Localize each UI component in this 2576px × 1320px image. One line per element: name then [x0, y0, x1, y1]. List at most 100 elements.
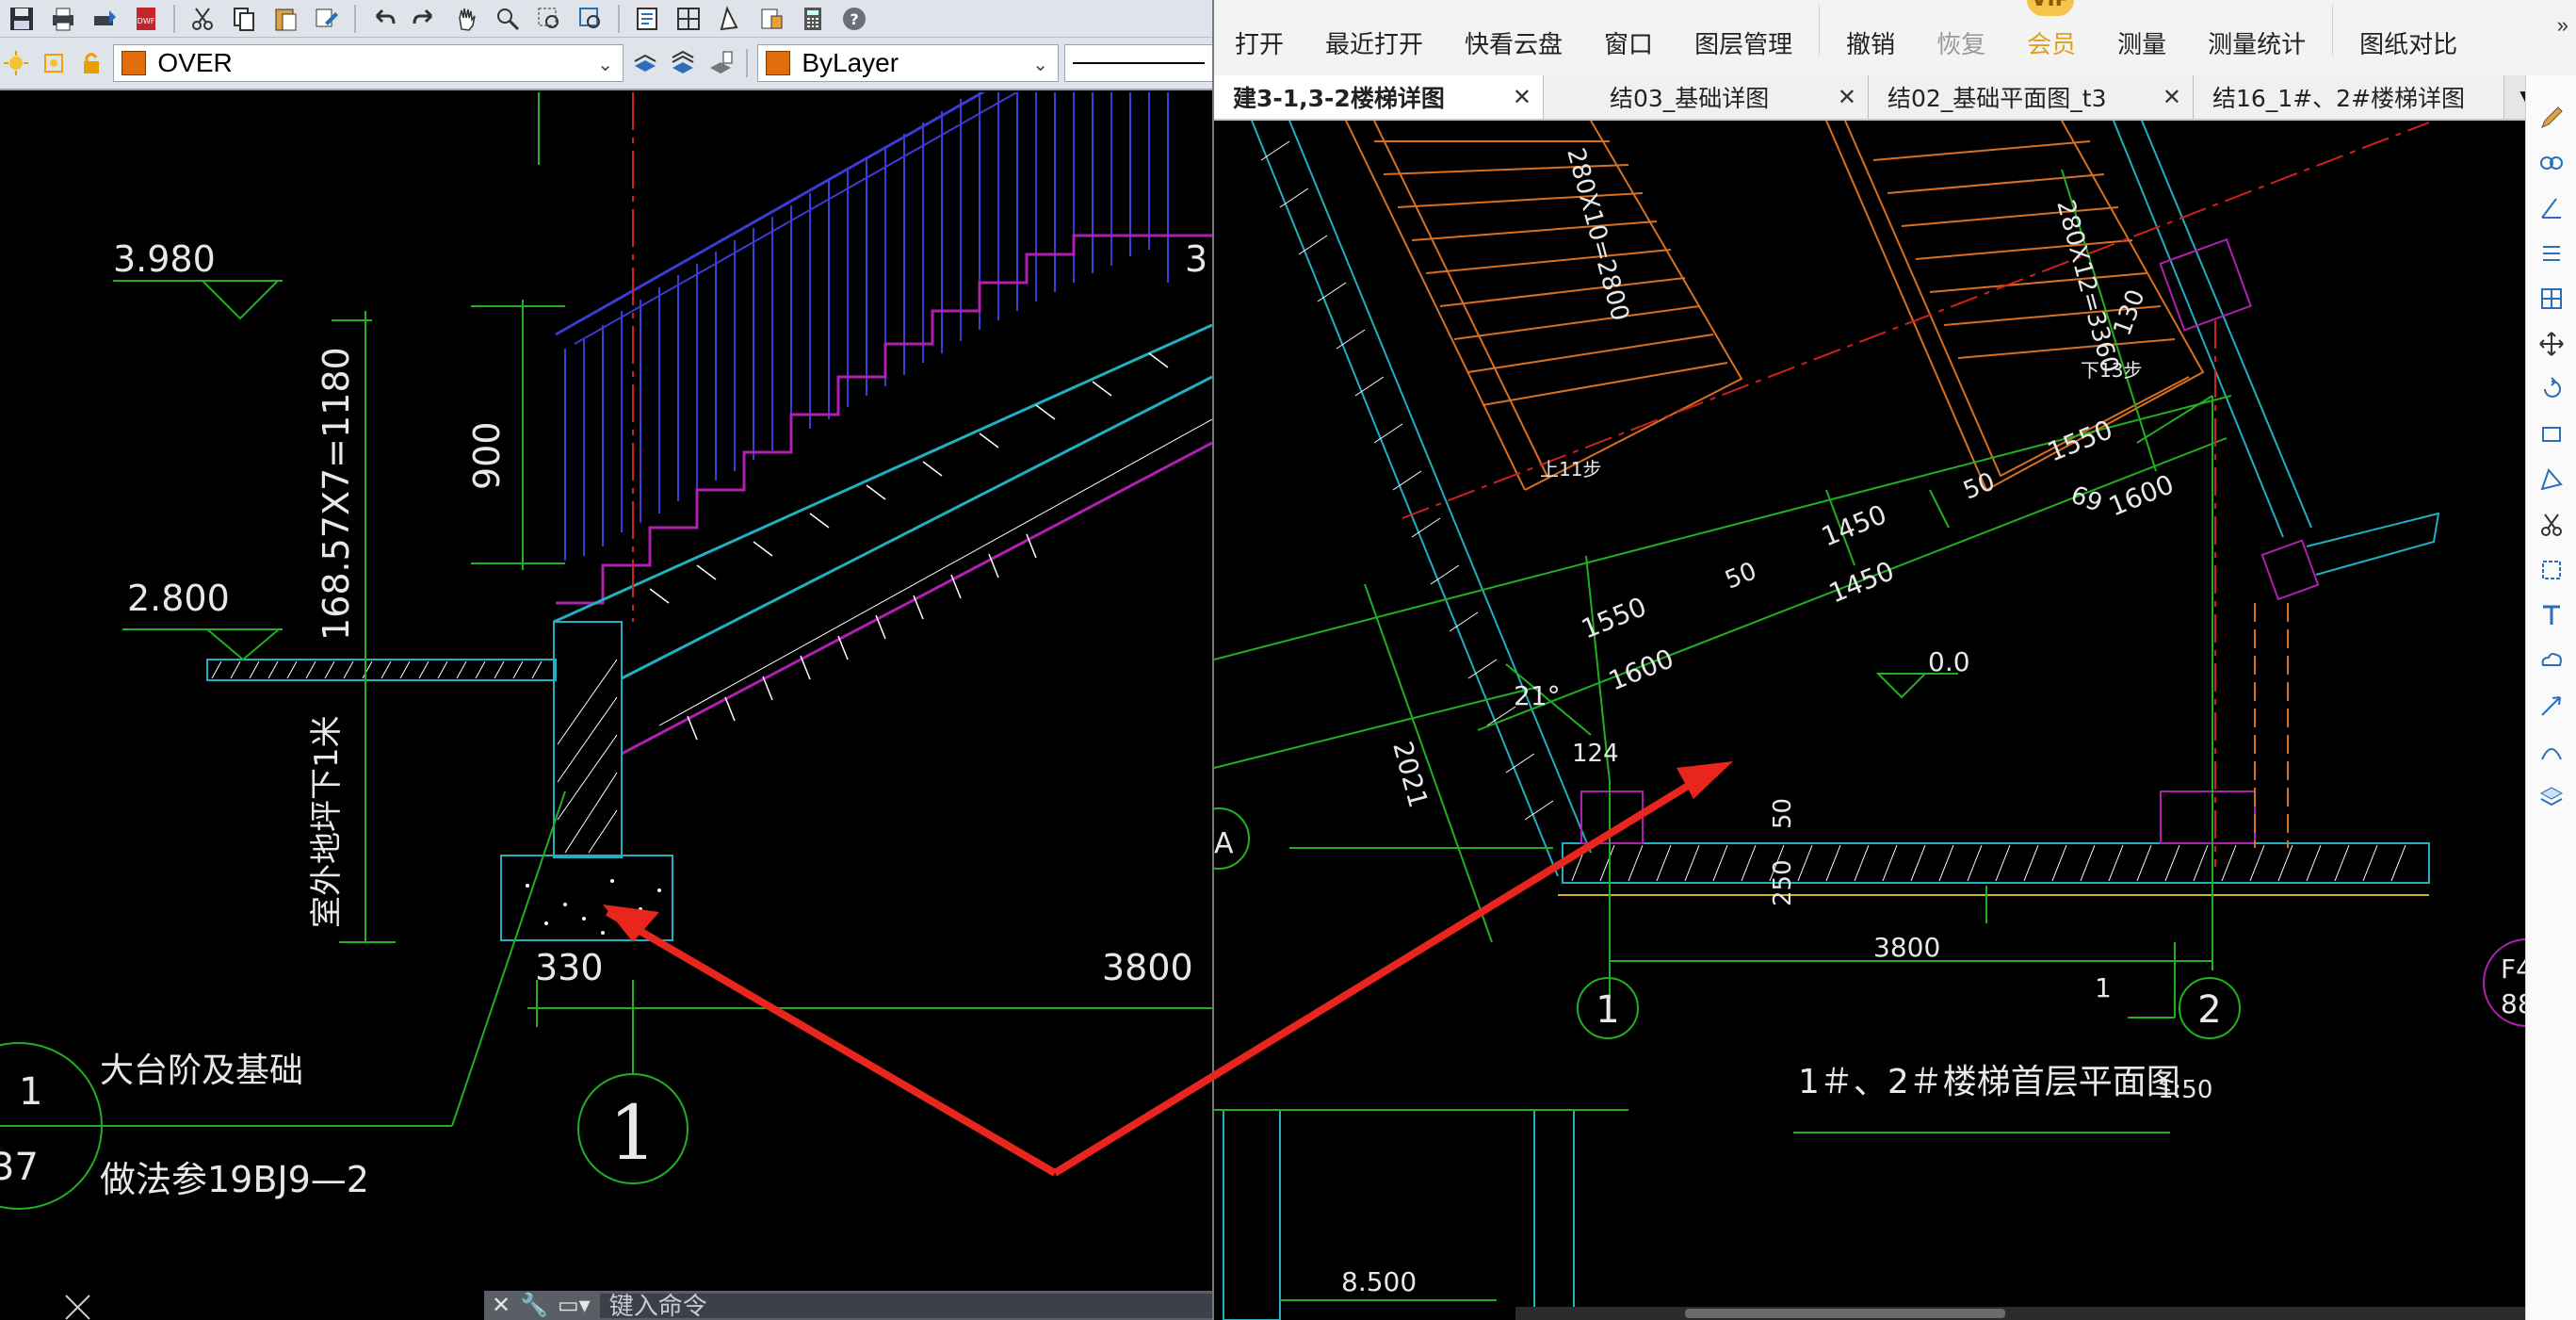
arc-icon[interactable]	[2537, 737, 2566, 765]
rotate-icon[interactable]	[2537, 375, 2566, 403]
measure-button[interactable]: 测量	[2097, 25, 2187, 60]
detail-title: 大台阶及基础	[100, 1051, 303, 1090]
layer-name: OVER	[157, 48, 233, 77]
measure-stats-button[interactable]: 测量统计	[2187, 25, 2326, 60]
wrench-icon[interactable]: 🔧	[520, 1292, 548, 1319]
grid-icon[interactable]	[2537, 285, 2566, 313]
tab-foundation-detail[interactable]: 结03_基础详图 ✕	[1544, 75, 1869, 119]
cad-drawing-canvas[interactable]: 3.980 2.800 168.57X7=1180 900 室外地坪下1米 33…	[0, 92, 1212, 1320]
calculator-icon[interactable]	[795, 3, 831, 35]
angle-measure-icon[interactable]	[2537, 194, 2566, 222]
tab-stair-detail[interactable]: 建3-1,3-2楼梯详图 ✕	[1214, 75, 1544, 119]
dimension-label: 124	[1572, 740, 1619, 768]
close-icon[interactable]: ✕	[2163, 84, 2181, 110]
match-properties-icon[interactable]	[309, 3, 345, 35]
elevation-label: 3.980	[113, 238, 216, 280]
viewer-window: 打开 最近打开 快看云盘 窗口 图层管理 撤销 恢复 VIP 会员 测量 测量统…	[1212, 0, 2576, 1320]
layers-icon[interactable]	[2537, 782, 2566, 810]
more-button[interactable]: »	[2557, 13, 2568, 38]
vip-button[interactable]: VIP 会员	[2006, 0, 2097, 60]
window-button[interactable]: 窗口	[1583, 25, 1674, 60]
axis-label: A	[1214, 827, 1234, 860]
link-icon[interactable]	[2537, 149, 2566, 177]
layer-previous-icon[interactable]	[629, 46, 661, 80]
layer-on-icon[interactable]	[0, 46, 32, 80]
plot-icon[interactable]	[87, 3, 122, 35]
rectangle-icon[interactable]	[2537, 420, 2566, 448]
dimension-label: 1600	[2104, 468, 2178, 522]
dimension-label: 250	[1769, 859, 1797, 906]
design-center-icon[interactable]	[671, 3, 706, 35]
move-icon[interactable]	[2537, 330, 2566, 358]
zoom-window-icon[interactable]	[531, 3, 567, 35]
layer-dropdown[interactable]: OVER ⌄	[113, 44, 624, 82]
chevron-down-icon: ⌄	[597, 55, 614, 75]
layer-manager-icon[interactable]	[705, 46, 737, 80]
cloud-markup-icon[interactable]	[2537, 646, 2566, 675]
color-dropdown[interactable]: ByLayer ⌄	[757, 44, 1059, 82]
tool-palettes-icon[interactable]	[712, 3, 748, 35]
dwf-icon[interactable]: DWF	[128, 3, 164, 35]
redo-button[interactable]: 恢复	[1916, 25, 2006, 60]
scrollbar-thumb[interactable]	[1685, 1309, 2005, 1318]
drawing-scale: 1:50	[2158, 1076, 2212, 1104]
zoom-previous-icon[interactable]	[573, 3, 608, 35]
layer-lock-icon[interactable]	[75, 46, 107, 80]
layer-freeze-icon[interactable]	[38, 46, 70, 80]
level-label: 0.0	[1928, 646, 1970, 677]
chevron-down-icon: ⌄	[1032, 55, 1048, 75]
svg-text:DWF: DWF	[138, 17, 155, 25]
grid-axis-label: 1	[609, 1089, 657, 1177]
open-button[interactable]: 打开	[1214, 25, 1304, 60]
close-icon[interactable]: ✕	[1838, 84, 1856, 110]
layer-state-icon[interactable]	[667, 46, 699, 80]
save-icon[interactable]	[4, 3, 40, 35]
text-icon[interactable]	[2537, 601, 2566, 629]
arrow-markup-icon[interactable]	[2537, 692, 2566, 720]
compare-button[interactable]: 图纸对比	[2339, 25, 2478, 60]
area-measure-icon[interactable]	[2537, 465, 2566, 494]
zoom-realtime-icon[interactable]	[490, 3, 526, 35]
toolbar-separator	[1819, 5, 1821, 56]
pencil-icon[interactable]	[2537, 104, 2566, 132]
linetype-dropdown[interactable]	[1063, 44, 1212, 82]
vip-icon: VIP	[2027, 0, 2075, 16]
redo-icon[interactable]	[407, 3, 443, 35]
horizontal-scrollbar[interactable]	[1515, 1307, 2527, 1320]
scissors-icon[interactable]	[2537, 511, 2566, 539]
dimension-label: 130	[2108, 285, 2150, 339]
partial-label: 3	[1185, 238, 1207, 280]
dimension-label: 2021	[1386, 738, 1434, 810]
cut-icon[interactable]	[185, 3, 220, 35]
close-icon[interactable]: ✕	[492, 1292, 510, 1319]
axis-label: 2	[2197, 988, 2221, 1032]
dimension-label: 50	[1959, 467, 1999, 505]
detail-note: 做法参19BJ9—2	[100, 1159, 369, 1200]
undo-button[interactable]: 撤销	[1825, 25, 1916, 60]
close-icon[interactable]: ✕	[1513, 84, 1531, 110]
step-label: 下13步	[2081, 359, 2142, 382]
toolbar-separator	[354, 4, 356, 33]
command-prompt-icon: ▭▾	[558, 1293, 591, 1318]
viewer-drawing-canvas[interactable]: 280X10=2800 280X12=3360 上11步 下13步 130 15…	[1214, 120, 2571, 1320]
tab-stair-structure[interactable]: 结16_1#、2#楼梯详图	[2194, 75, 2504, 119]
pan-icon[interactable]	[448, 3, 484, 35]
print-icon[interactable]	[45, 3, 81, 35]
color-swatch	[766, 51, 791, 75]
recent-button[interactable]: 最近打开	[1304, 25, 1444, 60]
tab-foundation-plan[interactable]: 结02_基础平面图_t3 ✕	[1869, 75, 2194, 119]
toolbar-separator	[746, 49, 749, 77]
paste-icon[interactable]	[267, 3, 303, 35]
cloud-button[interactable]: 快看云盘	[1444, 25, 1583, 60]
undo-icon[interactable]	[365, 3, 401, 35]
elevation-label: 2.800	[127, 578, 230, 619]
layer-manager-button[interactable]: 图层管理	[1674, 25, 1813, 60]
command-input[interactable]: 键入命令	[599, 1293, 1212, 1318]
copy-icon[interactable]	[226, 3, 262, 35]
list-icon[interactable]	[2537, 239, 2566, 268]
properties-icon[interactable]	[629, 3, 665, 35]
frame-icon[interactable]	[2537, 556, 2566, 584]
markup-icon[interactable]	[753, 3, 789, 35]
dimension-label: 3800	[1873, 932, 1940, 963]
help-icon[interactable]: ?	[836, 3, 872, 35]
